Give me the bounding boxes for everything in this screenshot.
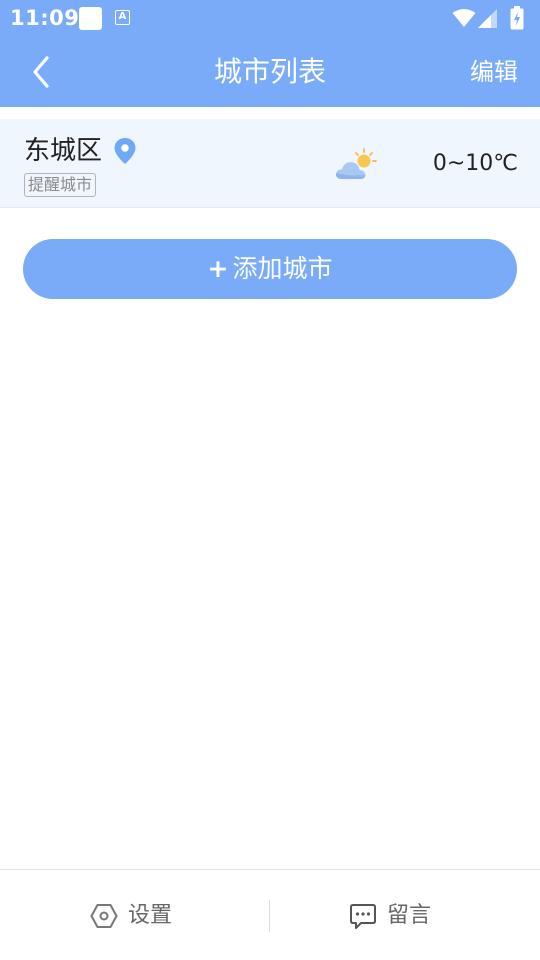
keyboard-a-icon: A xyxy=(115,10,130,25)
city-list-item[interactable]: 东城区 提醒城市 0~10℃ xyxy=(0,119,540,208)
add-city-label: 添加城市 xyxy=(232,254,333,283)
bottom-divider xyxy=(269,900,270,932)
status-bar: 11:09 A xyxy=(0,0,540,36)
bottom-navigation: 设置 留言 xyxy=(0,869,540,960)
feedback-label: 留言 xyxy=(387,903,432,928)
page-title: 城市列表 xyxy=(213,55,326,88)
header-bar: 11:09 A 城市列表 编辑 xyxy=(0,0,540,107)
temperature-range: 0~10℃ xyxy=(432,151,518,176)
signal-icon xyxy=(478,9,497,28)
wifi-icon xyxy=(452,9,476,27)
settings-label: 设置 xyxy=(128,903,173,928)
notification-app-icon xyxy=(79,7,102,30)
feedback-tab[interactable]: 留言 xyxy=(349,898,469,934)
location-pin-icon xyxy=(114,138,136,164)
back-button[interactable] xyxy=(20,50,64,94)
battery-icon xyxy=(510,6,524,30)
settings-hexagon-icon xyxy=(90,904,118,928)
chat-bubble-icon xyxy=(350,904,376,929)
chevron-left-icon xyxy=(33,56,49,88)
reminder-city-tag: 提醒城市 xyxy=(24,173,97,197)
status-indicators xyxy=(452,6,532,30)
plus-icon: + xyxy=(207,254,229,283)
add-city-button[interactable]: + 添加城市 xyxy=(23,239,517,299)
city-name: 东城区 xyxy=(24,136,103,166)
edit-button[interactable]: 编辑 xyxy=(470,54,518,90)
settings-tab[interactable]: 设置 xyxy=(90,898,200,934)
partly-cloudy-icon xyxy=(336,148,377,179)
status-time: 11:09 xyxy=(10,6,80,30)
